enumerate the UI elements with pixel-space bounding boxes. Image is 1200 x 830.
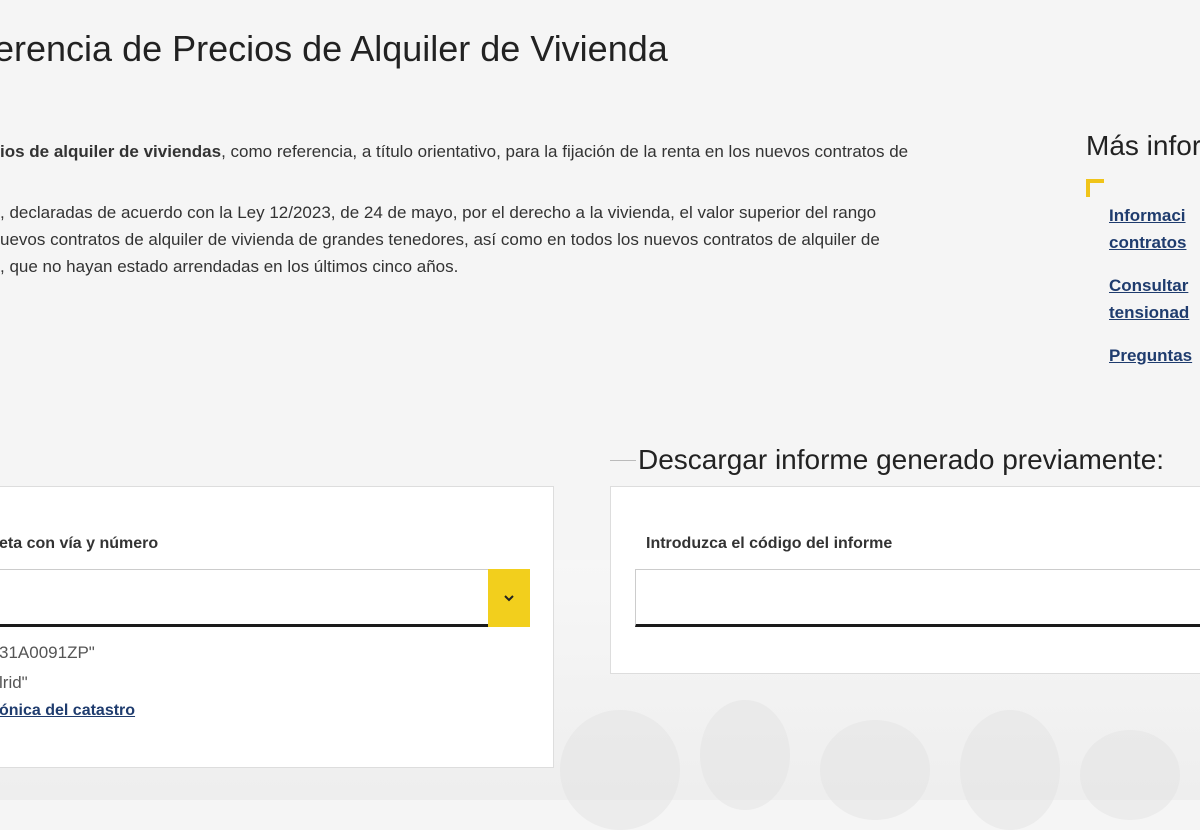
- intro-text-span: , como referencia, a título orientativo,…: [221, 142, 909, 161]
- accent-corner-decoration: [1086, 179, 1104, 197]
- more-info-title: Más infor: [1086, 130, 1200, 161]
- fieldset-border-left: [610, 460, 636, 461]
- sidebar-link-consultar[interactable]: Consultar tensionad: [1109, 272, 1200, 326]
- intro-paragraph-1: ios de alquiler de viviendas, como refer…: [0, 138, 1050, 165]
- address-search-input[interactable]: [0, 569, 489, 627]
- address-search-card: eta con vía y número 31A0091ZP" lrid" ón…: [0, 486, 554, 768]
- chevron-down-icon: [504, 595, 514, 602]
- link-line: Consultar: [1109, 276, 1189, 295]
- report-code-input[interactable]: [635, 569, 1200, 627]
- example-cadastral-ref: 31A0091ZP": [0, 643, 95, 662]
- sidebar-link-preguntas[interactable]: Preguntas: [1109, 342, 1200, 369]
- intro-line: , que no hayan estado arrendadas en los …: [0, 257, 459, 276]
- link-line: tensionad: [1109, 303, 1190, 322]
- download-report-card: Introduzca el código del informe: [610, 486, 1200, 674]
- link-line: Informaci: [1109, 206, 1186, 225]
- intro-text: ios de alquiler de viviendas, como refer…: [0, 138, 1050, 280]
- page-title: erencia de Precios de Alquiler de Vivien…: [0, 28, 668, 69]
- report-code-label: Introduzca el código del informe: [646, 535, 893, 552]
- sidebar-link-informacion[interactable]: Informaci contratos: [1109, 202, 1200, 256]
- dropdown-toggle-button[interactable]: [488, 569, 530, 627]
- intro-line: , declaradas de acuerdo con la Ley 12/20…: [0, 203, 877, 222]
- link-line: Preguntas: [1109, 346, 1193, 365]
- intro-paragraph-2: , declaradas de acuerdo con la Ley 12/20…: [0, 199, 1050, 280]
- intro-bold-text: ios de alquiler de viviendas: [0, 142, 222, 161]
- link-line: contratos: [1109, 233, 1187, 252]
- example-address: lrid": [0, 673, 28, 692]
- more-info-links: Informaci contratos Consultar tensionad …: [1109, 202, 1200, 385]
- intro-line: uevos contratos de alquiler de vivienda …: [0, 230, 880, 249]
- catastro-link[interactable]: ónica del catastro: [0, 702, 135, 720]
- address-field-label: eta con vía y número: [0, 535, 159, 552]
- download-section-title: Descargar informe generado previamente:: [638, 444, 1169, 476]
